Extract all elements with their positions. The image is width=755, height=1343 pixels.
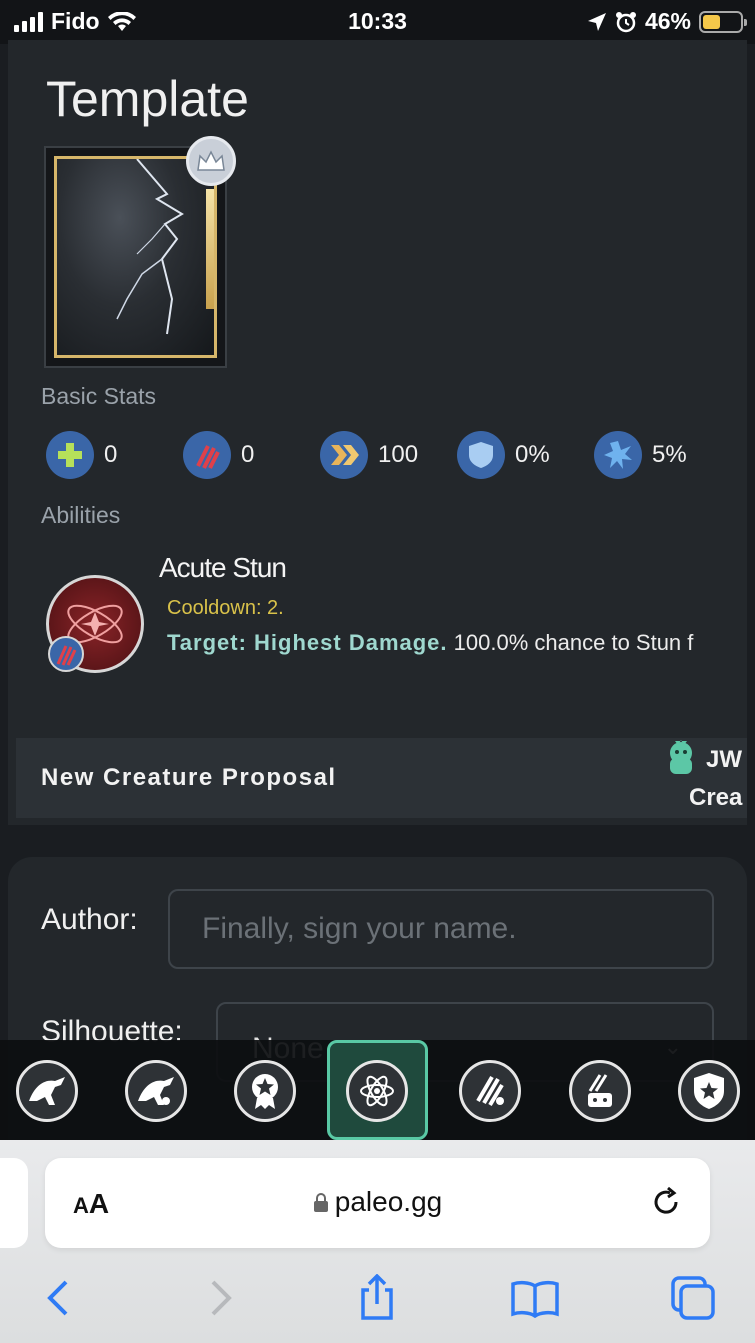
health-icon: [46, 431, 94, 479]
nav-claw-location-icon[interactable]: [459, 1060, 521, 1122]
stats-row: 0 0 100 0% 5%: [46, 431, 731, 479]
reload-icon[interactable]: [648, 1184, 684, 1220]
stat-damage-value: 0: [241, 441, 255, 468]
safari-toolbar: [0, 1270, 755, 1330]
dino-mascot-icon: [670, 740, 692, 774]
stat-damage: 0: [183, 431, 320, 479]
battery-icon: [699, 10, 747, 33]
speed-icon: [320, 431, 368, 479]
storm-image: [54, 156, 217, 358]
stat-speed: 100: [320, 431, 457, 479]
ability-description: Target: Highest Damage. 100.0% chance to…: [167, 630, 747, 656]
armor-icon: [457, 431, 505, 479]
damage-icon: [183, 431, 231, 479]
rarity-crown-icon: [186, 136, 236, 186]
critical-icon: [594, 431, 642, 479]
stat-armor: 0%: [457, 431, 594, 479]
url-text: paleo.gg: [334, 1186, 443, 1217]
ability-cooldown: Cooldown: 2.: [167, 597, 284, 619]
nav-shield-star-icon[interactable]: [678, 1060, 740, 1122]
stat-armor-value: 0%: [515, 441, 550, 468]
author-input[interactable]: [168, 889, 714, 969]
address-bar[interactable]: AA paleo.gg: [45, 1158, 710, 1248]
safari-chrome: AA paleo.gg: [0, 1140, 755, 1343]
stat-speed-value: 100: [378, 441, 419, 468]
nav-trex-map-icon[interactable]: [125, 1060, 187, 1122]
nav-award-icon[interactable]: [234, 1060, 296, 1122]
tabs-icon[interactable]: [665, 1270, 721, 1326]
battery-percent: 46%: [644, 8, 691, 34]
forward-icon[interactable]: [193, 1270, 249, 1326]
basic-stats-label: Basic Stats: [41, 383, 157, 409]
nav-claw-robot-icon[interactable]: [569, 1060, 631, 1122]
author-label: Author:: [41, 903, 138, 936]
ability-name: Acute Stun: [159, 552, 287, 583]
creature-card: Template Basic Stats 0 0 100 0% 5% Abili…: [8, 40, 747, 825]
alarm-icon: [615, 11, 636, 32]
abilities-label: Abilities: [41, 502, 121, 528]
bookmarks-icon[interactable]: [507, 1270, 563, 1326]
ability-damage-icon: [48, 636, 84, 672]
brand-line-2: Crea: [689, 784, 743, 811]
proposal-title: New Creature Proposal: [41, 764, 337, 791]
ability-target: Target: Highest Damage.: [167, 630, 448, 655]
back-icon[interactable]: [30, 1270, 86, 1326]
nav-atom-icon[interactable]: [346, 1060, 408, 1122]
stat-health: 0: [46, 431, 183, 479]
location-arrow-icon: [587, 12, 606, 31]
proposal-bar: New Creature Proposal JW Crea: [16, 738, 747, 818]
status-right: 46%: [587, 8, 747, 35]
creature-title: Template: [46, 71, 249, 127]
status-bar: Fido 10:33 46%: [0, 0, 755, 44]
lightning-icon: [116, 159, 184, 335]
app-bottom-nav: [0, 1040, 755, 1140]
brand-line-1: JW: [706, 746, 742, 773]
previous-tab-peek[interactable]: [0, 1158, 28, 1248]
stat-critical-value: 5%: [652, 441, 687, 468]
url-display[interactable]: paleo.gg: [45, 1186, 710, 1218]
stat-health-value: 0: [104, 441, 118, 468]
lock-icon: [313, 1193, 328, 1212]
nav-trex-icon[interactable]: [16, 1060, 78, 1122]
share-icon[interactable]: [349, 1270, 405, 1326]
stat-critical: 5%: [594, 431, 731, 479]
ability-effect: 100.0% chance to Stun f: [453, 630, 694, 655]
